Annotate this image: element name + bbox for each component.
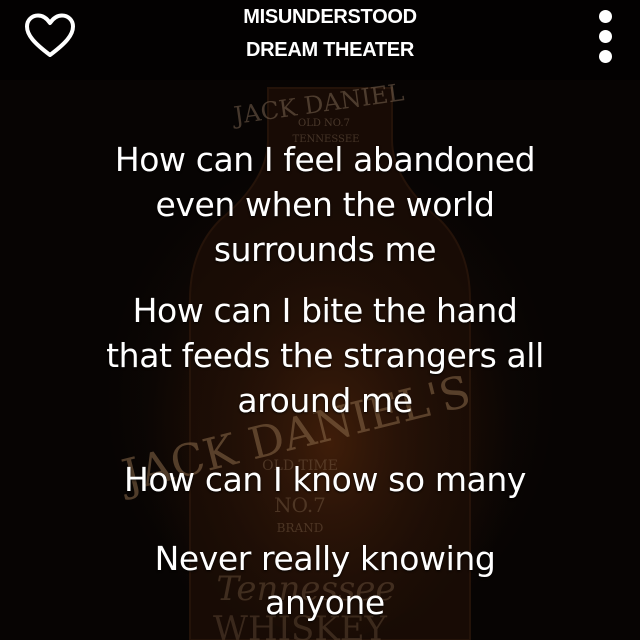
- heart-outline-icon: [25, 13, 75, 57]
- song-title: MISUNDERSTOOD: [243, 6, 417, 28]
- lyrics-screen: JACK DANIEL OLD NO.7 TENNESSEE JACK DANI…: [0, 0, 640, 640]
- lyric-line: even when the world: [155, 185, 495, 224]
- lyric-line: that feeds the strangers all: [106, 336, 544, 375]
- favorite-button[interactable]: [24, 13, 76, 59]
- lyric-line: How can I feel abandoned: [114, 140, 536, 179]
- artist-name: DREAM THEATER: [246, 39, 414, 61]
- bottle-neck-sublabel: OLD NO.7: [298, 118, 350, 129]
- lyric-line: How can I know so many: [123, 460, 527, 499]
- overflow-menu-button[interactable]: [594, 6, 618, 66]
- lyric-line: anyone: [265, 583, 385, 622]
- lyric-line: surrounds me: [213, 230, 437, 269]
- bottle-brand-small-label: BRAND: [277, 521, 324, 535]
- top-bar: MISUNDERSTOOD DREAM THEATER: [0, 0, 640, 80]
- lyric-line: How can I bite the hand: [132, 291, 518, 330]
- lyric-line: around me: [237, 381, 413, 420]
- lyric-line: Never really knowing: [154, 539, 496, 578]
